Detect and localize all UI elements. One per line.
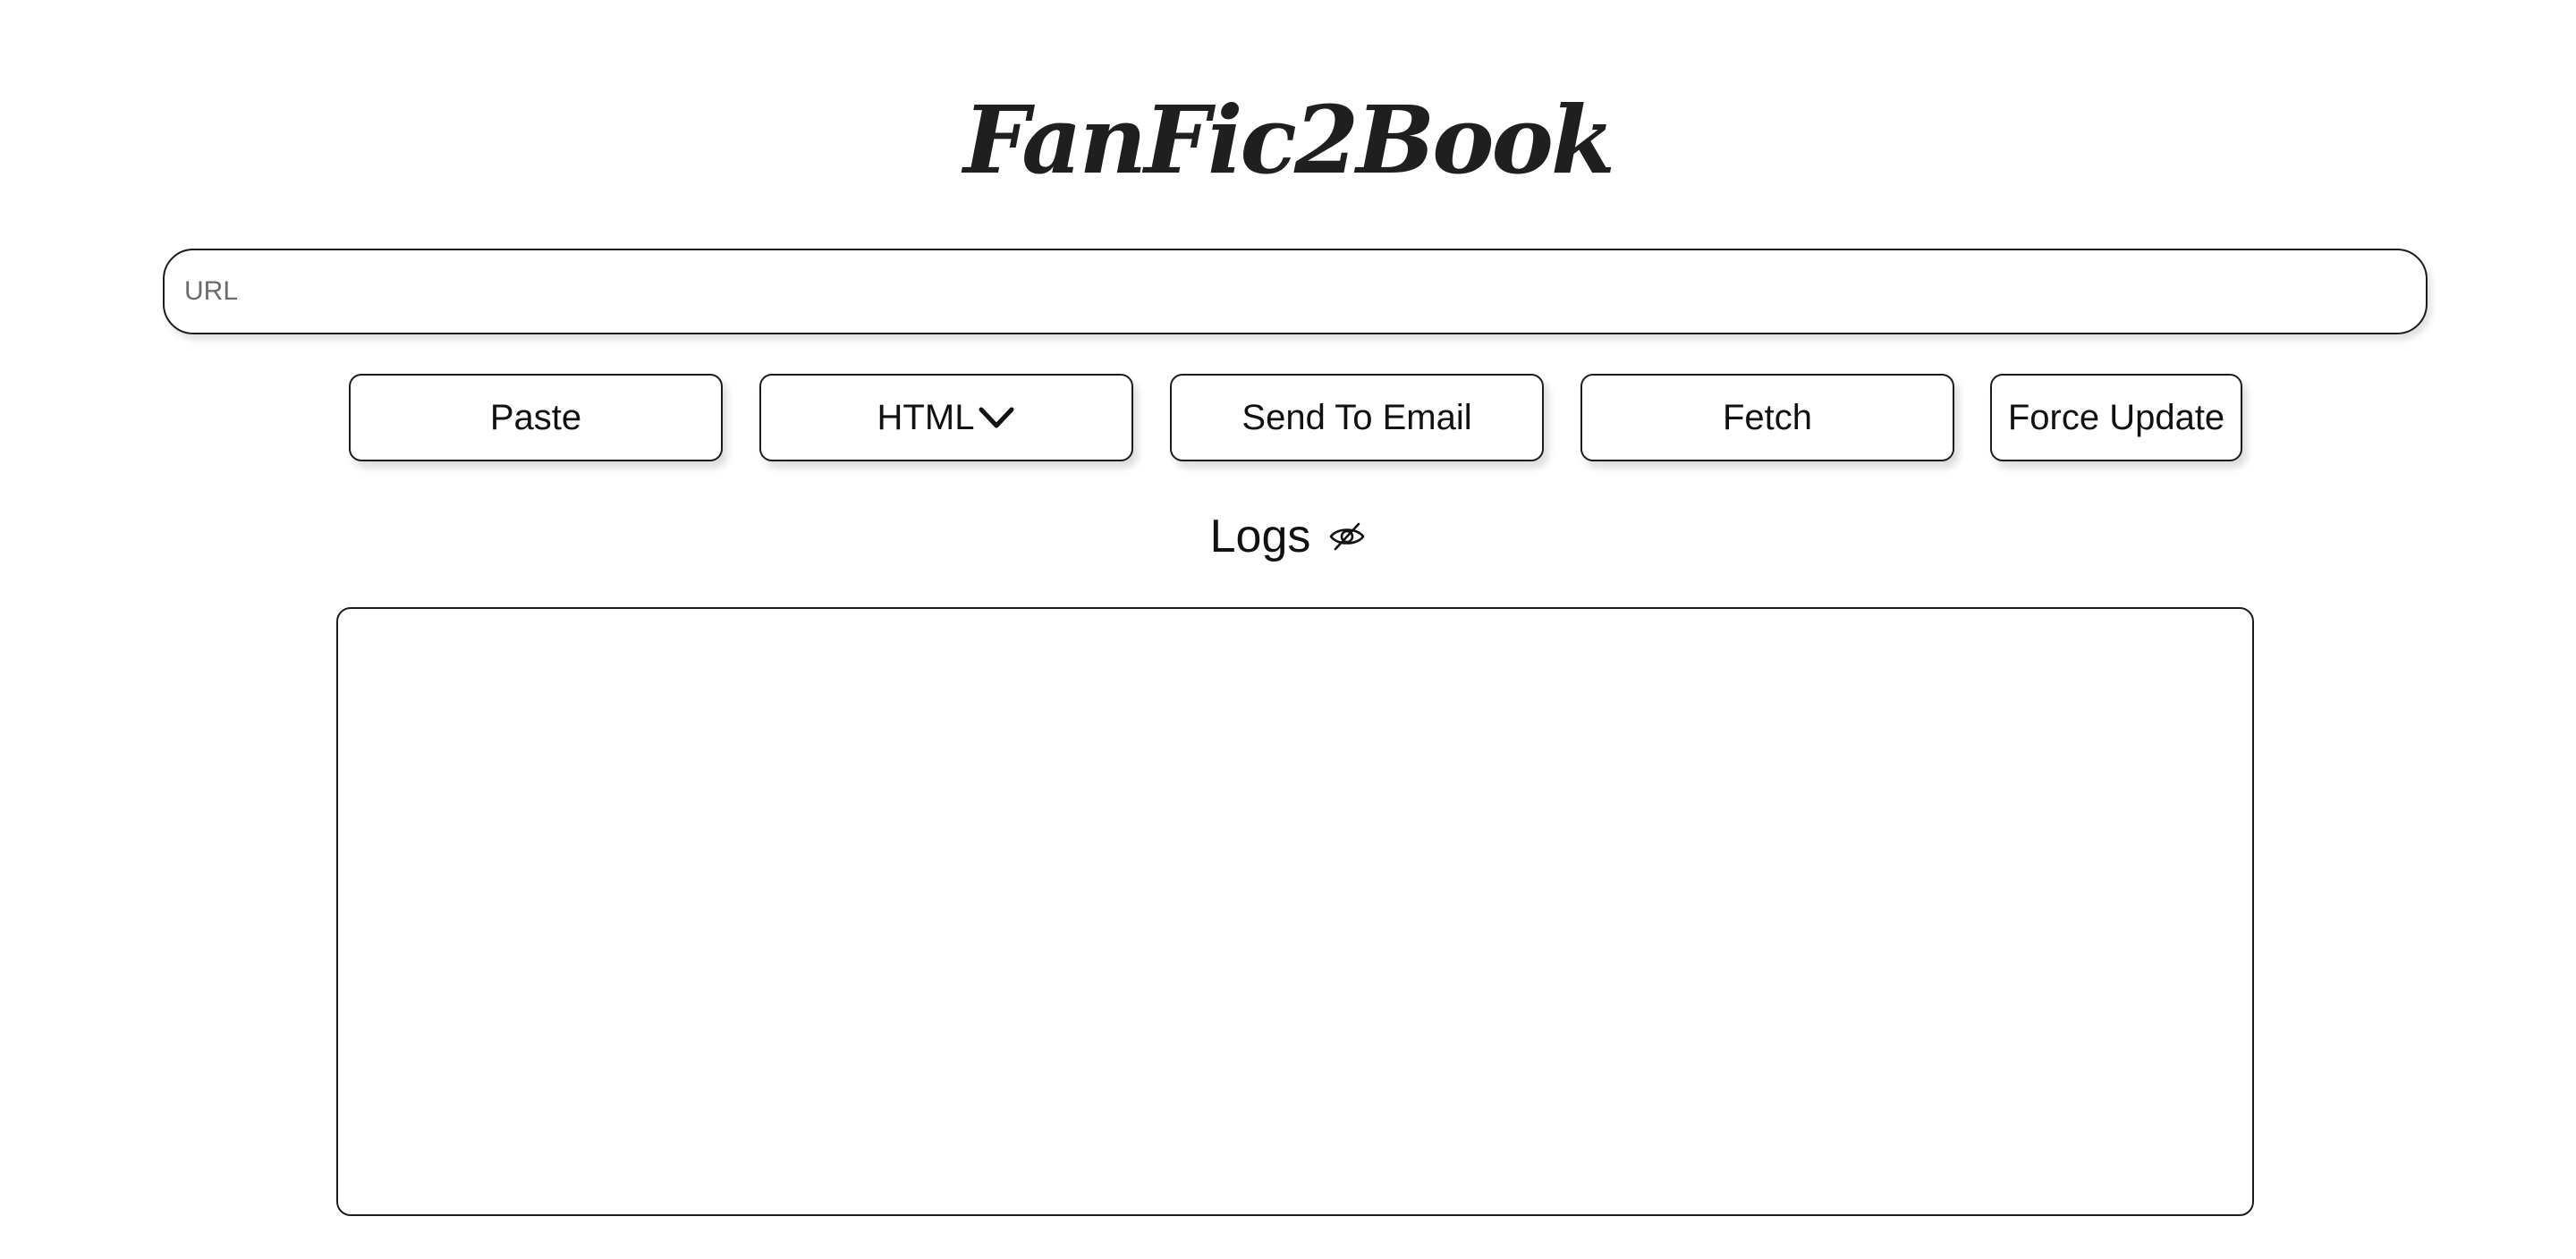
logs-output[interactable]: [336, 607, 2254, 1216]
fetch-button-label: Fetch: [1722, 397, 1813, 437]
format-dropdown-label: HTML: [877, 397, 975, 437]
send-to-email-label: Send To Email: [1241, 397, 1472, 437]
paste-button[interactable]: Paste: [349, 374, 723, 461]
force-update-label: Force Update: [2007, 397, 2225, 437]
chevron-down-icon: [979, 407, 1014, 428]
fetch-button[interactable]: Fetch: [1580, 374, 1954, 461]
eye-slash-icon[interactable]: [1328, 520, 1366, 553]
paste-button-label: Paste: [489, 397, 582, 437]
logs-title: Logs: [1209, 511, 1311, 562]
send-to-email-button[interactable]: Send To Email: [1170, 374, 1544, 461]
force-update-button[interactable]: Force Update: [1990, 374, 2242, 461]
logs-header: Logs: [0, 504, 2576, 569]
format-dropdown-button[interactable]: HTML: [759, 374, 1133, 461]
app-page: FanFic2Book Paste HTML Send To Email Fet…: [0, 0, 2576, 1259]
url-input[interactable]: [163, 249, 2428, 334]
app-title: FanFic2Book: [963, 85, 1615, 195]
